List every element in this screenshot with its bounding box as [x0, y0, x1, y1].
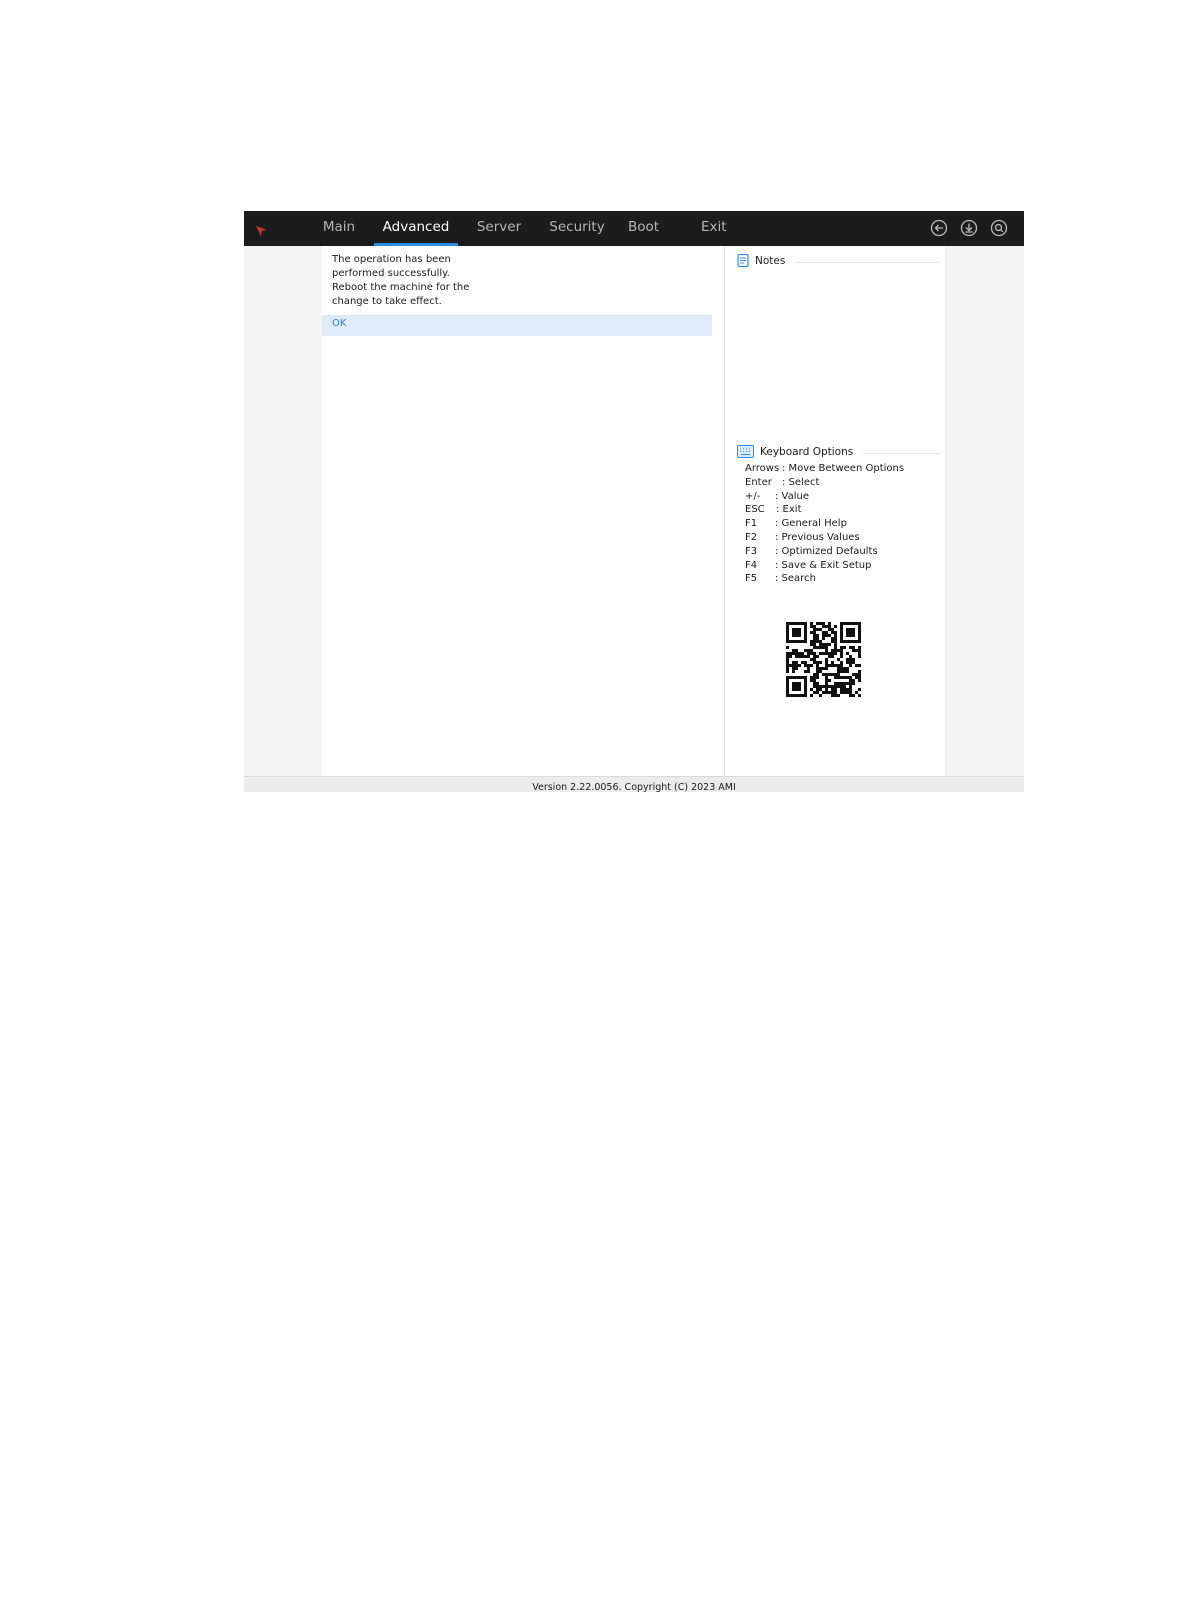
key-name: F2 [745, 531, 758, 543]
help-side-panel: Notes Keyboard Options Arrows : Move Bet… [725, 246, 946, 776]
tab-boot[interactable]: Boot [628, 211, 659, 246]
key-name: F5 [745, 573, 758, 585]
qr-code [780, 616, 867, 703]
key-description: : Search [775, 573, 816, 585]
top-menu-bar: Main Advanced Server Security Boot Exit [244, 211, 1024, 246]
key-name: Arrows [745, 463, 780, 474]
bios-setup-window: Main Advanced Server Security Boot Exit … [244, 211, 1024, 792]
key-description: : Exit [776, 504, 802, 516]
key-name: Enter [745, 476, 772, 488]
qr-code-icon [786, 622, 861, 697]
key-name: F3 [745, 545, 758, 557]
operation-message: The operation has been performed success… [332, 253, 492, 309]
notes-icon [737, 254, 749, 267]
key-description: : Move Between Options [782, 463, 905, 474]
tab-exit[interactable]: Exit [701, 211, 727, 246]
key-name: ESC [745, 504, 765, 516]
tab-security[interactable]: Security [549, 211, 605, 246]
key-description: : Save & Exit Setup [775, 559, 872, 571]
key-description: : Optimized Defaults [775, 545, 878, 557]
keyboard-options-title: Keyboard Options [760, 445, 854, 458]
right-gutter [946, 246, 1024, 776]
key-description: : Previous Values [775, 531, 860, 543]
message-line: Reboot the machine for the [332, 282, 470, 293]
message-line: The operation has been [332, 254, 451, 265]
key-description: : Value [775, 490, 810, 502]
logo-icon [256, 226, 267, 236]
message-line: change to take effect. [332, 296, 442, 307]
ok-button-label: OK [332, 318, 347, 329]
keyboard-options-header: Keyboard Options [737, 445, 853, 458]
notes-header: Notes [737, 254, 785, 267]
search-icon[interactable] [990, 219, 1008, 237]
version-text: Version 2.22.0056. Copyright (C) 2023 AM… [532, 782, 736, 792]
ok-button[interactable]: OK [322, 315, 712, 336]
tab-main[interactable]: Main [322, 211, 356, 246]
tab-server[interactable]: Server [476, 211, 522, 246]
keyboard-icon [737, 445, 754, 458]
version-footer: Version 2.22.0056. Copyright (C) 2023 AM… [244, 776, 1024, 792]
notes-title: Notes [755, 254, 786, 267]
back-icon[interactable] [930, 219, 948, 237]
key-description: : Select [782, 476, 820, 488]
main-panel: The operation has been performed success… [322, 246, 725, 776]
keyboard-divider [863, 453, 940, 454]
notes-divider [795, 262, 940, 263]
key-name: F4 [745, 559, 758, 571]
message-line: performed successfully. [332, 268, 450, 279]
key-name: +/- [745, 490, 761, 502]
key-description: : General Help [775, 518, 847, 530]
save-icon[interactable] [960, 219, 978, 237]
left-gutter [244, 246, 322, 776]
tab-advanced[interactable]: Advanced [374, 211, 458, 246]
key-name: F1 [745, 518, 758, 530]
